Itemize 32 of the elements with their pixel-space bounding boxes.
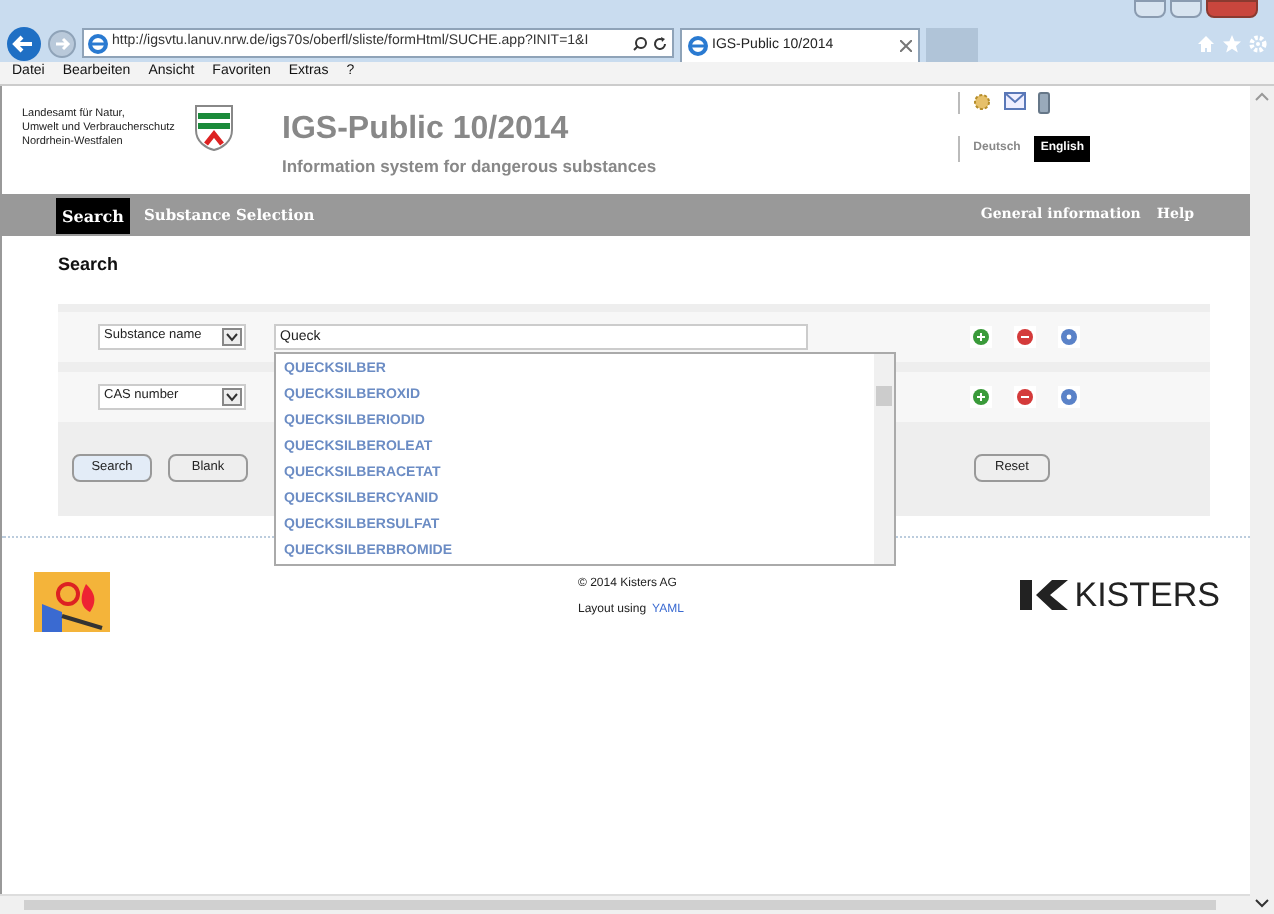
add-icon[interactable] [970,385,992,407]
remove-icon[interactable] [1014,325,1036,347]
close-button[interactable] [1206,0,1258,18]
scroll-down-icon[interactable] [1254,898,1270,910]
dropdown-icon [222,387,242,405]
gear-icon[interactable] [971,92,992,112]
scroll-up-icon[interactable] [1254,90,1270,102]
kisters-logo-icon [1020,579,1069,609]
dropdown-icon [222,327,242,345]
star-icon[interactable] [1222,33,1242,53]
close-icon[interactable] [900,40,912,52]
refresh-icon[interactable] [652,35,668,51]
search-icon[interactable] [632,35,648,51]
mail-icon[interactable] [1003,92,1026,110]
site-title: IGS-Public 10/2014 [282,110,571,150]
phone-icon[interactable] [1037,92,1050,114]
brand-name: KISTERS [1074,577,1220,611]
help-icon[interactable] [1058,325,1080,347]
coat-of-arms-icon [194,104,234,152]
add-icon[interactable] [970,325,992,347]
logo-icon [34,571,110,631]
ie-icon [88,33,108,53]
help-icon[interactable] [1058,385,1080,407]
minimize-button[interactable] [1134,0,1166,18]
forward-button[interactable] [48,29,76,57]
maximize-button[interactable] [1170,0,1202,18]
ie-icon [688,36,708,56]
remove-icon[interactable] [1014,385,1036,407]
site-subtitle: Information system for dangerous substances [282,154,657,180]
nav-tab[interactable]: Search [56,197,130,233]
section-heading: Search [58,252,121,278]
back-button[interactable] [6,25,42,61]
